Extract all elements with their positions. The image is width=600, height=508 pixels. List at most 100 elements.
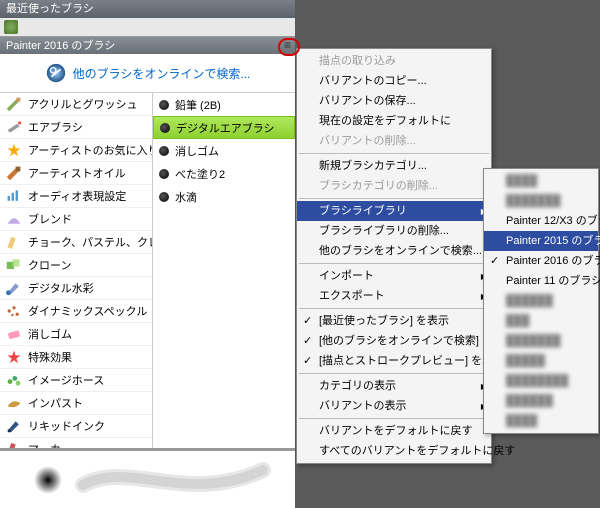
variant-dab-icon [159,146,169,156]
brush-thumbnail-icon [4,20,18,34]
category-label: チョーク、パステル、クレヨン [28,234,153,250]
online-search-label: 他のブラシをオンラインで検索... [73,65,251,82]
menu-item[interactable]: 新規ブラシカテゴリ... [297,156,491,176]
library-header: Painter 2016 のブラシ [0,36,295,54]
category-label: アーティストオイル [28,165,126,181]
category-label: アクリルとグワッシュ [28,96,137,112]
online-search-row[interactable]: 他のブラシをオンラインで検索... [0,54,295,93]
menu-item[interactable]: すべてのバリアントをデフォルトに戻す [297,441,491,461]
brush-columns: アクリルとグワッシュエアブラシアーティストのお気に入りアーティストオイルオーディ… [0,93,295,463]
category-item[interactable]: アクリルとグワッシュ [0,93,152,116]
category-label: エアブラシ [28,119,83,135]
variant-label: 鉛筆 (2B) [175,97,221,113]
menu-item[interactable]: Painter 11 のブラシ [484,271,598,291]
menu-item[interactable]: ███████ [484,191,598,211]
brush-green-icon [4,96,24,112]
menu-item[interactable]: ████ [484,171,598,191]
variant-dab-icon [159,192,169,202]
menu-item[interactable]: 他のブラシをオンラインで検索... [297,241,491,261]
search-icon [45,62,67,84]
panel-menu-button[interactable] [278,38,300,56]
category-item[interactable]: イメージホース [0,369,152,392]
category-label: 消しゴム [28,326,72,342]
category-item[interactable]: エアブラシ [0,116,152,139]
speckle-icon [4,303,24,319]
variant-dab-icon [159,100,169,110]
header-icon-row [0,18,295,36]
variant-label: デジタルエアブラシ [176,120,275,136]
category-label: インパスト [28,395,83,411]
menu-item[interactable]: ████ [484,411,598,431]
category-item[interactable]: オーディオ表現設定 [0,185,152,208]
menu-separator [299,198,489,199]
menu-item[interactable]: インポート [297,266,491,286]
menu-item[interactable]: エクスポート [297,286,491,306]
category-label: 特殊効果 [28,349,72,365]
category-label: イメージホース [28,372,104,388]
variant-item[interactable]: 水滴 [153,185,295,208]
menu-item[interactable]: バリアントのコピー... [297,71,491,91]
menu-separator [299,263,489,264]
menu-item[interactable]: ████████ [484,371,598,391]
category-item[interactable]: 消しゴム [0,323,152,346]
category-label: デジタル水彩 [28,280,94,296]
blend-icon [4,211,24,227]
menu-separator [299,373,489,374]
menu-item[interactable]: Painter 12/X3 のブラシ [484,211,598,231]
watercolor-icon [4,280,24,296]
category-item[interactable]: デジタル水彩 [0,277,152,300]
menu-item[interactable]: [描点とストロークプレビュー] を表示 [297,351,491,371]
category-item[interactable]: アーティストのお気に入り [0,139,152,162]
liquid-icon [4,418,24,434]
menu-item[interactable]: ブラシライブラリの削除... [297,221,491,241]
clone-icon [4,257,24,273]
category-item[interactable]: ブレンド [0,208,152,231]
menu-item[interactable]: [他のブラシをオンラインで検索] を表示 [297,331,491,351]
oil-icon [4,165,24,181]
star-icon [4,142,24,158]
menu-item[interactable]: █████ [484,351,598,371]
menu-item[interactable]: ███████ [484,331,598,351]
menu-item[interactable]: Painter 2015 のブラシ [484,231,598,251]
impasto-icon [4,395,24,411]
category-item[interactable]: インパスト [0,392,152,415]
menu-separator [299,308,489,309]
category-label: オーディオ表現設定 [28,188,126,204]
variant-label: 水滴 [175,189,197,205]
menu-item[interactable]: バリアントの保存... [297,91,491,111]
eraser-icon [4,326,24,342]
category-list: アクリルとグワッシュエアブラシアーティストのお気に入りアーティストオイルオーディ… [0,93,153,463]
menu-item[interactable]: Painter 2016 のブラシ [484,251,598,271]
category-item[interactable]: 特殊効果 [0,346,152,369]
variant-item[interactable]: 鉛筆 (2B) [153,93,295,116]
menu-item[interactable]: バリアントの表示 [297,396,491,416]
category-item[interactable]: クローン [0,254,152,277]
category-item[interactable]: ダイナミックスペックル [0,300,152,323]
menu-separator [299,418,489,419]
menu-separator [299,153,489,154]
menu-item[interactable]: ██████ [484,291,598,311]
menu-item[interactable]: ブラシライブラリ [297,201,491,221]
menu-item[interactable]: [最近使ったブラシ] を表示 [297,311,491,331]
chalk-icon [4,234,24,250]
brush-library-submenu: ███████████Painter 12/X3 のブラシPainter 201… [483,168,599,434]
variant-item[interactable]: デジタルエアブラシ [153,116,295,139]
menu-item[interactable]: 現在の設定をデフォルトに [297,111,491,131]
menu-item[interactable]: バリアントをデフォルトに戻す [297,421,491,441]
stroke-preview [0,448,295,508]
category-label: クローン [28,257,71,273]
audio-icon [4,188,24,204]
variant-item[interactable]: 消しゴム [153,139,295,162]
menu-item: 描点の取り込み [297,51,491,71]
fx-icon [4,349,24,365]
variant-dab-icon [160,123,170,133]
category-item[interactable]: リキッドインク [0,415,152,438]
menu-item[interactable]: ███ [484,311,598,331]
category-item[interactable]: チョーク、パステル、クレヨン [0,231,152,254]
variant-list: 鉛筆 (2B) デジタルエアブラシ消しゴムべた塗り2 水滴 [153,93,295,463]
menu-item[interactable]: カテゴリの表示 [297,376,491,396]
variant-item[interactable]: べた塗り2 [153,162,295,185]
category-item[interactable]: アーティストオイル [0,162,152,185]
menu-item[interactable]: ██████ [484,391,598,411]
menu-item: バリアントの削除... [297,131,491,151]
